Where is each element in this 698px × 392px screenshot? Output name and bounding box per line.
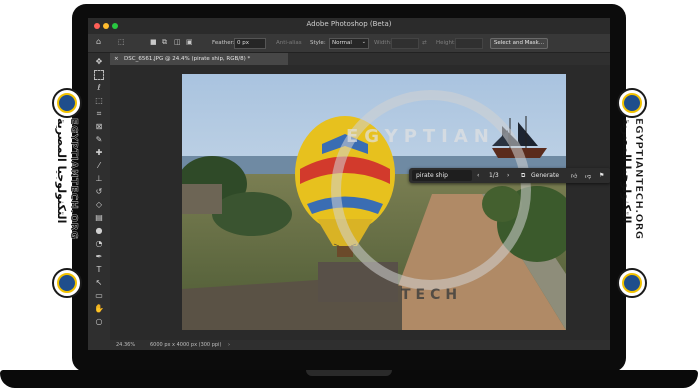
intersect-selection-icon[interactable]: ▣ [186, 38, 193, 46]
eraser-tool-icon[interactable]: ◇ [94, 200, 104, 210]
zoom-level[interactable]: 24.36% [116, 342, 135, 348]
lasso-tool-icon[interactable]: ℓ [94, 83, 104, 93]
watermark-ring [331, 90, 531, 290]
width-input[interactable] [391, 38, 419, 49]
healing-brush-tool-icon[interactable]: ✚ [94, 148, 104, 158]
generative-prompt-input[interactable]: pirate ship [412, 170, 472, 181]
previous-variation-icon[interactable]: ‹ [477, 172, 479, 179]
latin-brand-text: EGYPTIANTECH.ORG [633, 118, 644, 240]
antialias-checkbox-label[interactable]: Anti-alias [276, 40, 302, 46]
photoshop-window: Adobe Photoshop (Beta) ⌂ ⬚ ■ ⧉ ◫ ▣ Feath… [88, 18, 610, 350]
latin-brand-text: EGYPTIANTECH.ORG [68, 118, 79, 240]
arabic-brand-text: التكنولوجيا المصرية [55, 118, 68, 224]
status-bar: 24.36% 6000 px x 4000 px (300 ppi) › [110, 340, 610, 350]
left-branding: التكنولوجيا المصرية EGYPTIANTECH.ORG [52, 88, 82, 298]
flag-icon[interactable]: ⚑ [599, 172, 604, 179]
document-tab[interactable]: × DSC_6561.JPG @ 24.4% (pirate ship, RGB… [110, 53, 288, 65]
pen-tool-icon[interactable]: ✒ [94, 252, 104, 262]
generate-button[interactable]: Generate [531, 172, 559, 179]
height-label: Height: [436, 40, 457, 46]
feather-input[interactable]: 0 px [234, 38, 266, 49]
marquee-tool-icon[interactable] [94, 70, 104, 80]
frame-tool-icon[interactable]: ⊠ [94, 122, 104, 132]
logo-badge-bottom [617, 268, 647, 298]
feather-label: Feather: [212, 40, 235, 46]
dodge-tool-icon[interactable]: ◔ [94, 239, 104, 249]
zoom-tool-icon[interactable]: ○ [94, 317, 104, 327]
marquee-preset-icon[interactable]: ⬚ [118, 38, 125, 46]
object-select-tool-icon[interactable]: ⬚ [94, 96, 104, 106]
watermark-bottom-text: TECH [401, 287, 463, 303]
window-title: Adobe Photoshop (Beta) [306, 20, 392, 28]
add-selection-icon[interactable]: ⧉ [162, 38, 167, 47]
move-tool-icon[interactable]: ✥ [94, 57, 104, 67]
height-input[interactable] [455, 38, 483, 49]
clone-stamp-tool-icon[interactable]: ⊥ [94, 174, 104, 184]
options-bar: ⌂ ⬚ ■ ⧉ ◫ ▣ Feather: 0 px Anti-alias Sty… [88, 34, 610, 53]
arabic-brand-text: التكنولوجيا المصرية [620, 118, 633, 224]
chevron-down-icon: ⌄ [361, 39, 366, 45]
brush-tool-icon[interactable]: ⁄ [94, 161, 104, 171]
logo-badge-bottom [52, 268, 82, 298]
rectangle-tool-icon[interactable]: ▭ [94, 291, 104, 301]
history-brush-tool-icon[interactable]: ↺ [94, 187, 104, 197]
watermark-top-text: EGYPTIAN [346, 126, 495, 147]
thumbs-down-icon[interactable]: 👎︎ [585, 172, 591, 180]
blur-tool-icon[interactable]: ● [94, 226, 104, 236]
next-variation-icon[interactable]: › [507, 172, 509, 179]
width-label: Width: [374, 40, 392, 46]
variation-counter: 1/3 [489, 172, 499, 179]
gradient-tool-icon[interactable]: ▤ [94, 213, 104, 223]
document-info[interactable]: 6000 px x 4000 px (300 ppi) [150, 342, 221, 348]
chevron-right-icon[interactable]: › [228, 342, 230, 348]
home-icon[interactable]: ⌂ [96, 37, 101, 46]
new-selection-icon[interactable]: ■ [150, 38, 157, 46]
logo-badge-top [617, 88, 647, 118]
tools-panel: ✥ ℓ ⬚ ⌗ ⊠ ✎ ✚ ⁄ ⊥ ↺ ◇ ▤ ● ◔ ✒ T ↖ ▭ ✋ ○ [88, 53, 110, 350]
subtract-selection-icon[interactable]: ◫ [174, 38, 181, 46]
select-and-mask-button[interactable]: Select and Mask... [490, 38, 548, 49]
document-tab-label: DSC_6561.JPG @ 24.4% (pirate ship, RGB/8… [124, 56, 251, 62]
laptop-notch [306, 370, 392, 376]
crop-tool-icon[interactable]: ⌗ [94, 109, 104, 119]
close-tab-icon[interactable]: × [114, 56, 119, 62]
right-branding: التكنولوجيا المصرية EGYPTIANTECH.ORG [617, 88, 647, 298]
style-label: Style: [310, 40, 326, 46]
eyedropper-tool-icon[interactable]: ✎ [94, 135, 104, 145]
generate-icon[interactable]: ⧉ [521, 172, 525, 180]
swap-icon[interactable]: ⇄ [422, 40, 427, 46]
title-bar: Adobe Photoshop (Beta) [88, 18, 610, 34]
path-select-tool-icon[interactable]: ↖ [94, 278, 104, 288]
logo-badge-top [52, 88, 82, 118]
hand-tool-icon[interactable]: ✋ [94, 304, 104, 314]
thumbs-up-icon[interactable]: 👍︎ [571, 172, 577, 180]
style-select[interactable]: Normal ⌄ [329, 38, 369, 49]
type-tool-icon[interactable]: T [94, 265, 104, 275]
document-tab-bar: × DSC_6561.JPG @ 24.4% (pirate ship, RGB… [110, 53, 610, 65]
contextual-task-bar: pirate ship ‹ 1/3 › ⧉ Generate 👍︎ 👎︎ ⚑ [409, 168, 610, 183]
